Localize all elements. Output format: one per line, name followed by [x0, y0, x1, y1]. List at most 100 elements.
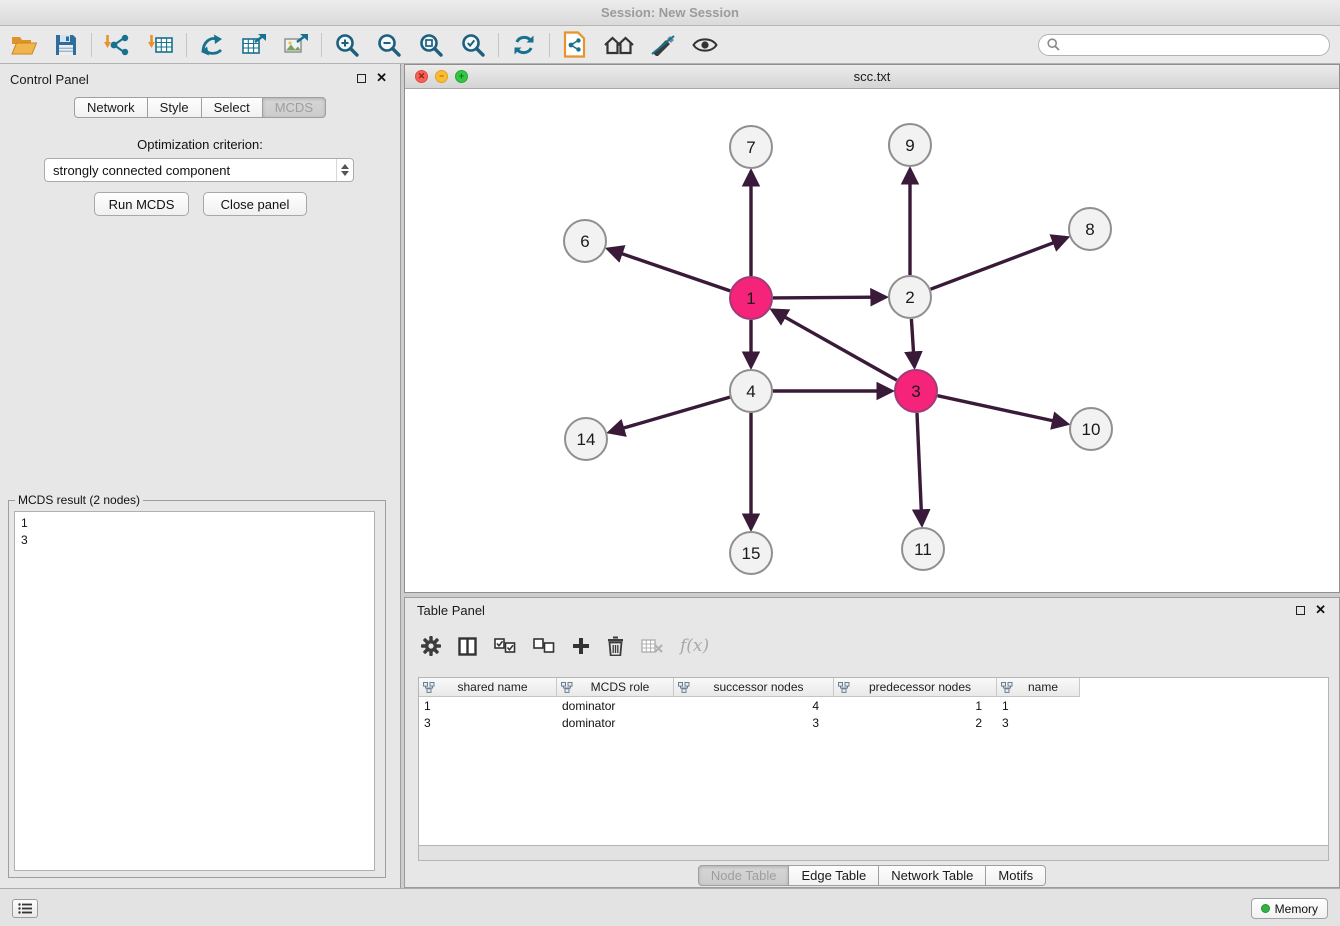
tab-edge-table[interactable]: Edge Table: [789, 865, 879, 886]
task-history-button[interactable]: [12, 899, 38, 918]
horizontal-scrollbar[interactable]: [418, 846, 1329, 861]
float-panel-icon[interactable]: [357, 74, 366, 83]
window-titlebar[interactable]: Session: New Session: [0, 0, 1340, 26]
optimization-criterion-select[interactable]: strongly connected component: [44, 158, 354, 182]
graph-node[interactable]: 8: [1069, 208, 1111, 250]
tab-style[interactable]: Style: [148, 97, 202, 118]
graph-node[interactable]: 3: [895, 370, 937, 412]
table-cell[interactable]: 1: [997, 699, 1080, 713]
minimize-window-icon[interactable]: −: [435, 70, 448, 83]
table-cell[interactable]: 3: [674, 716, 834, 730]
import-network-icon[interactable]: [101, 29, 133, 61]
export-table-icon[interactable]: [238, 29, 270, 61]
tab-motifs[interactable]: Motifs: [986, 865, 1046, 886]
graph-edge[interactable]: [782, 316, 896, 381]
table-cell[interactable]: dominator: [557, 699, 674, 713]
import-table-icon[interactable]: [145, 29, 177, 61]
zoom-fit-icon[interactable]: [415, 29, 447, 61]
zoom-window-icon[interactable]: +: [455, 70, 468, 83]
column-header[interactable]: shared name: [419, 678, 557, 696]
network-window-titlebar[interactable]: ✕ − + scc.txt: [405, 65, 1339, 89]
unselect-all-icon[interactable]: [533, 638, 555, 654]
column-header[interactable]: name: [997, 678, 1080, 696]
mcds-result-list[interactable]: 1 3: [14, 511, 375, 871]
tab-network[interactable]: Network: [74, 97, 148, 118]
open-folder-icon[interactable]: [8, 29, 40, 61]
table-cell[interactable]: 3: [419, 716, 557, 730]
mcds-result-title: MCDS result (2 nodes): [15, 493, 143, 507]
status-bar: Memory: [0, 888, 1340, 926]
zoom-selected-icon[interactable]: [457, 29, 489, 61]
search-input[interactable]: [1065, 37, 1321, 52]
select-all-icon[interactable]: [494, 638, 516, 654]
graph-node-label: 8: [1085, 220, 1094, 239]
run-mcds-button[interactable]: Run MCDS: [94, 192, 189, 216]
tab-node-table[interactable]: Node Table: [698, 865, 790, 886]
graph-node[interactable]: 10: [1070, 408, 1112, 450]
table-cell[interactable]: 3: [997, 716, 1080, 730]
eye-glyph: [692, 36, 718, 54]
graph-node[interactable]: 4: [730, 370, 772, 412]
graph-edge[interactable]: [911, 319, 913, 355]
zoom-out-icon[interactable]: [373, 29, 405, 61]
brush-slash-glyph: [650, 34, 676, 56]
table-row[interactable]: 3dominator323: [419, 714, 1328, 731]
graph-node[interactable]: 2: [889, 276, 931, 318]
float-table-panel-icon[interactable]: [1296, 606, 1305, 615]
network-graph[interactable]: 7 9 6 8 1 2 4 3 14 10 15 11: [405, 89, 1339, 592]
graph-node[interactable]: 9: [889, 124, 931, 166]
column-tree-icon: [1001, 682, 1013, 693]
graph-node[interactable]: 14: [565, 418, 607, 460]
delete-table-icon[interactable]: [641, 638, 663, 654]
close-window-icon[interactable]: ✕: [415, 70, 428, 83]
table-cell[interactable]: dominator: [557, 716, 674, 730]
graph-edge[interactable]: [938, 396, 1056, 422]
selected-option: strongly connected component: [53, 163, 230, 178]
close-panel-button[interactable]: Close panel: [203, 192, 307, 216]
tab-mcds[interactable]: MCDS: [263, 97, 326, 118]
function-builder-icon[interactable]: f(x): [680, 636, 709, 656]
graph-edge[interactable]: [621, 397, 730, 429]
graph-edge[interactable]: [917, 413, 921, 513]
network-file-icon[interactable]: [559, 29, 591, 61]
close-table-panel-icon[interactable]: ✕: [1315, 602, 1326, 618]
home-views-icon[interactable]: [603, 29, 635, 61]
graph-node[interactable]: 6: [564, 220, 606, 262]
apply-layout-icon[interactable]: [508, 29, 540, 61]
main-toolbar: [0, 26, 1340, 64]
table-cell[interactable]: 4: [674, 699, 834, 713]
graph-edge[interactable]: [931, 242, 1057, 290]
tab-select[interactable]: Select: [202, 97, 263, 118]
table-cell[interactable]: 1: [419, 699, 557, 713]
column-tree-icon: [678, 682, 690, 693]
hide-graphics-details-icon[interactable]: [647, 29, 679, 61]
graph-node[interactable]: 11: [902, 528, 944, 570]
add-column-icon[interactable]: [572, 637, 590, 655]
memory-button[interactable]: Memory: [1251, 898, 1328, 919]
gear-icon[interactable]: [421, 636, 441, 656]
search-box[interactable]: [1038, 34, 1330, 56]
column-header[interactable]: successor nodes: [674, 678, 834, 696]
first-neighbors-icon[interactable]: [196, 29, 228, 61]
table-row[interactable]: 1dominator411: [419, 697, 1328, 714]
delete-column-icon[interactable]: [607, 636, 624, 656]
show-columns-icon[interactable]: [458, 637, 477, 656]
save-session-icon[interactable]: [50, 29, 82, 61]
graph-node[interactable]: 1: [730, 277, 772, 319]
close-panel-icon[interactable]: ✕: [376, 70, 387, 86]
tab-network-table[interactable]: Network Table: [879, 865, 986, 886]
zoom-in-icon[interactable]: [331, 29, 363, 61]
column-tree-icon: [423, 682, 435, 693]
graph-node-label: 2: [905, 288, 914, 307]
graph-edge[interactable]: [619, 253, 730, 291]
graph-edge[interactable]: [773, 297, 874, 298]
export-image-icon[interactable]: [280, 29, 312, 61]
table-cell[interactable]: 2: [834, 716, 997, 730]
show-view-icon[interactable]: [689, 29, 721, 61]
graph-node[interactable]: 15: [730, 532, 772, 574]
column-header[interactable]: MCDS role: [557, 678, 674, 696]
table-cell[interactable]: 1: [834, 699, 997, 713]
graph-node[interactable]: 7: [730, 126, 772, 168]
network-canvas[interactable]: 7 9 6 8 1 2 4 3 14 10 15 11: [405, 89, 1339, 592]
column-header[interactable]: predecessor nodes: [834, 678, 997, 696]
